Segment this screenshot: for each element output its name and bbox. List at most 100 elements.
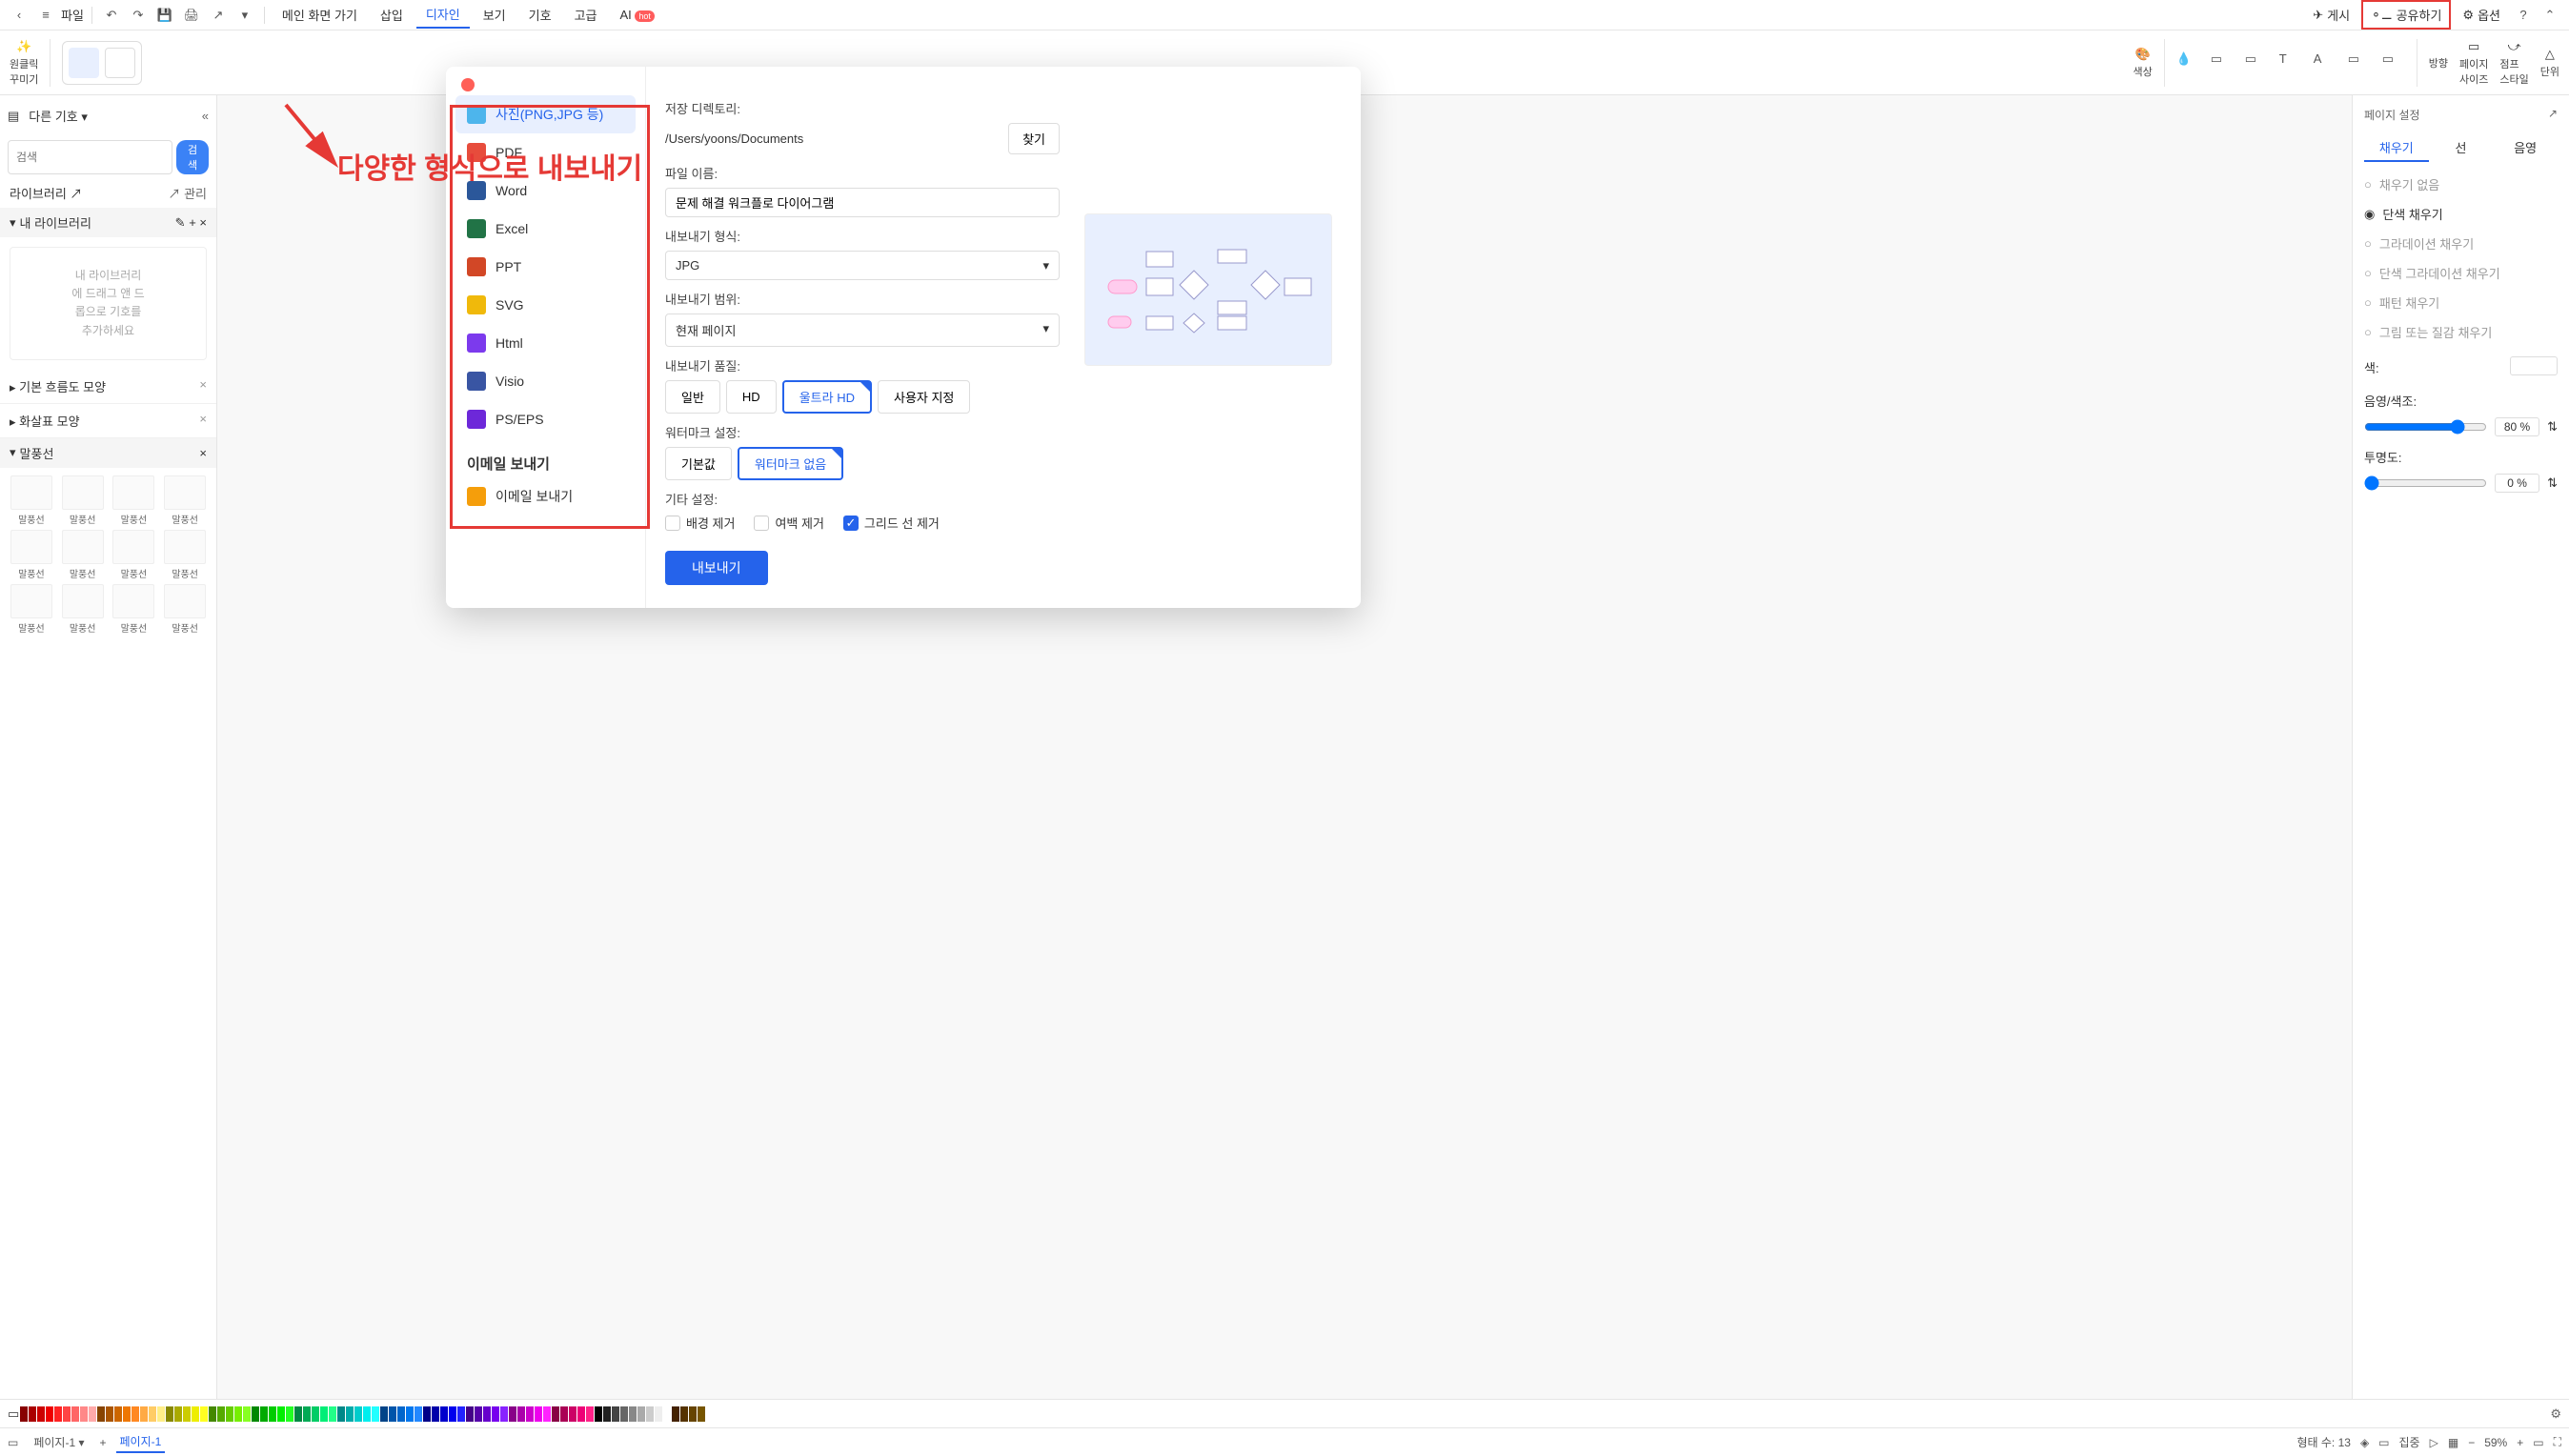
add-icon[interactable]: +: [189, 215, 196, 230]
save-icon[interactable]: 💾: [153, 4, 176, 27]
format-select[interactable]: JPG ▾: [665, 251, 1060, 280]
color-chip[interactable]: [303, 1406, 311, 1422]
color-chip[interactable]: [234, 1406, 242, 1422]
jumpstyle-button[interactable]: ⤻ 점프 스타일: [2499, 39, 2528, 87]
fill-pattern[interactable]: ○패턴 채우기: [2364, 288, 2558, 317]
format-pseps[interactable]: PS/EPS: [455, 400, 636, 438]
check-remove-grid[interactable]: ✓그리드 선 제거: [843, 514, 940, 532]
color-chip[interactable]: [63, 1406, 71, 1422]
opacity-slider[interactable]: [2364, 475, 2487, 491]
color-chip[interactable]: [380, 1406, 388, 1422]
color-chip[interactable]: [372, 1406, 379, 1422]
redo-icon[interactable]: ↷: [127, 4, 150, 27]
shape-item[interactable]: 말풍선: [111, 584, 158, 635]
tool-btn-7[interactable]: ▭: [2382, 51, 2405, 74]
manage-button[interactable]: ↗ 관리: [168, 184, 207, 202]
dropdown-icon[interactable]: ▾: [233, 4, 256, 27]
format-word[interactable]: Word: [455, 172, 636, 210]
color-chip[interactable]: [192, 1406, 199, 1422]
color-chip[interactable]: [535, 1406, 542, 1422]
color-chip[interactable]: [312, 1406, 319, 1422]
theme-preset-2[interactable]: [105, 48, 135, 78]
collapse-sidebar-icon[interactable]: «: [202, 109, 209, 123]
color-chip[interactable]: [174, 1406, 182, 1422]
shape-item[interactable]: 말풍선: [59, 584, 107, 635]
color-chip[interactable]: [397, 1406, 405, 1422]
color-chip[interactable]: [114, 1406, 122, 1422]
email-send-button[interactable]: 이메일 보내기: [455, 477, 636, 516]
close-icon[interactable]: ×: [199, 446, 207, 460]
tab-advanced[interactable]: 고급: [565, 2, 607, 28]
color-chip[interactable]: [252, 1406, 259, 1422]
symbol-category-select[interactable]: 다른 기호 ▾: [25, 103, 195, 129]
stepper-icon[interactable]: ⇅: [2547, 419, 2558, 435]
shape-item[interactable]: 말풍선: [161, 530, 209, 580]
color-chip[interactable]: [363, 1406, 371, 1422]
my-library-section[interactable]: ▾ 내 라이브러리 ✎ + ×: [0, 208, 216, 237]
color-chip[interactable]: [526, 1406, 534, 1422]
color-chip[interactable]: [449, 1406, 456, 1422]
color-chip[interactable]: [603, 1406, 611, 1422]
fill-gradient[interactable]: ○그라데이션 채우기: [2364, 229, 2558, 258]
color-chip[interactable]: [217, 1406, 225, 1422]
tab-ai[interactable]: AI hot: [610, 4, 663, 26]
section-arrow[interactable]: ▸ 화살표 모양 ×: [0, 404, 216, 438]
lock-icon[interactable]: ▭: [2378, 1436, 2389, 1449]
color-chip[interactable]: [89, 1406, 96, 1422]
tool-btn-1[interactable]: 💧: [2176, 51, 2199, 74]
shape-item[interactable]: 말풍선: [8, 584, 55, 635]
color-chip[interactable]: [37, 1406, 45, 1422]
color-chip[interactable]: [46, 1406, 53, 1422]
publish-button[interactable]: ✈ 게시: [2305, 2, 2357, 28]
pagesize-button[interactable]: ▭ 페이지 사이즈: [2459, 39, 2488, 87]
color-chip[interactable]: [97, 1406, 105, 1422]
shape-item[interactable]: 말풍선: [59, 530, 107, 580]
color-chip[interactable]: [183, 1406, 191, 1422]
color-chip[interactable]: [655, 1406, 662, 1422]
close-dialog-button[interactable]: [461, 78, 475, 91]
shape-item[interactable]: 말풍선: [8, 475, 55, 526]
color-chip[interactable]: [131, 1406, 139, 1422]
color-chip[interactable]: [432, 1406, 439, 1422]
color-chip[interactable]: [320, 1406, 328, 1422]
page-select[interactable]: 페이지-1 ▾: [28, 1432, 90, 1452]
expand-icon[interactable]: ↗: [2548, 107, 2558, 123]
canvas[interactable]: 사진(PNG,JPG 등) PDF Word Excel: [217, 95, 2352, 1399]
color-chip[interactable]: [569, 1406, 577, 1422]
filename-input[interactable]: [665, 188, 1060, 217]
color-chip[interactable]: [689, 1406, 697, 1422]
colorbar-settings-icon[interactable]: ⚙: [2550, 1406, 2561, 1422]
focus-button[interactable]: 집중: [2399, 1434, 2420, 1450]
color-chip[interactable]: [612, 1406, 619, 1422]
zoom-out-icon[interactable]: −: [2468, 1436, 2475, 1449]
edit-icon[interactable]: ✎: [175, 215, 186, 230]
color-chip[interactable]: [680, 1406, 688, 1422]
grid-icon[interactable]: ▦: [2448, 1436, 2458, 1449]
tool-btn-3[interactable]: ▭: [2245, 51, 2268, 74]
tab-home[interactable]: 메인 화면 가기: [273, 2, 367, 28]
color-chip[interactable]: [286, 1406, 293, 1422]
format-svg[interactable]: SVG: [455, 286, 636, 324]
color-chip[interactable]: [560, 1406, 568, 1422]
color-chip[interactable]: [595, 1406, 602, 1422]
color-chip[interactable]: [71, 1406, 79, 1422]
color-chip[interactable]: [517, 1406, 525, 1422]
section-basic-flow[interactable]: ▸ 기본 흐름도 모양 ×: [0, 370, 216, 404]
tab-symbol[interactable]: 기호: [519, 2, 561, 28]
color-chip[interactable]: [543, 1406, 551, 1422]
add-page-icon[interactable]: +: [100, 1436, 107, 1449]
shape-item[interactable]: 말풍선: [111, 530, 158, 580]
direction-button[interactable]: 방향: [2429, 55, 2448, 71]
zoom-in-icon[interactable]: +: [2517, 1436, 2523, 1449]
color-chip[interactable]: [140, 1406, 148, 1422]
color-chip[interactable]: [123, 1406, 131, 1422]
section-callout[interactable]: ▾ 말풍선 ×: [0, 438, 216, 468]
color-chip[interactable]: [483, 1406, 491, 1422]
color-chip[interactable]: [354, 1406, 362, 1422]
export-button[interactable]: 내보내기: [665, 551, 768, 585]
quality-ultra[interactable]: 울트라 HD: [782, 380, 872, 414]
shape-item[interactable]: 말풍선: [8, 530, 55, 580]
format-visio[interactable]: Visio: [455, 362, 636, 400]
check-remove-bg[interactable]: 배경 제거: [665, 514, 735, 532]
format-pdf[interactable]: PDF: [455, 133, 636, 172]
